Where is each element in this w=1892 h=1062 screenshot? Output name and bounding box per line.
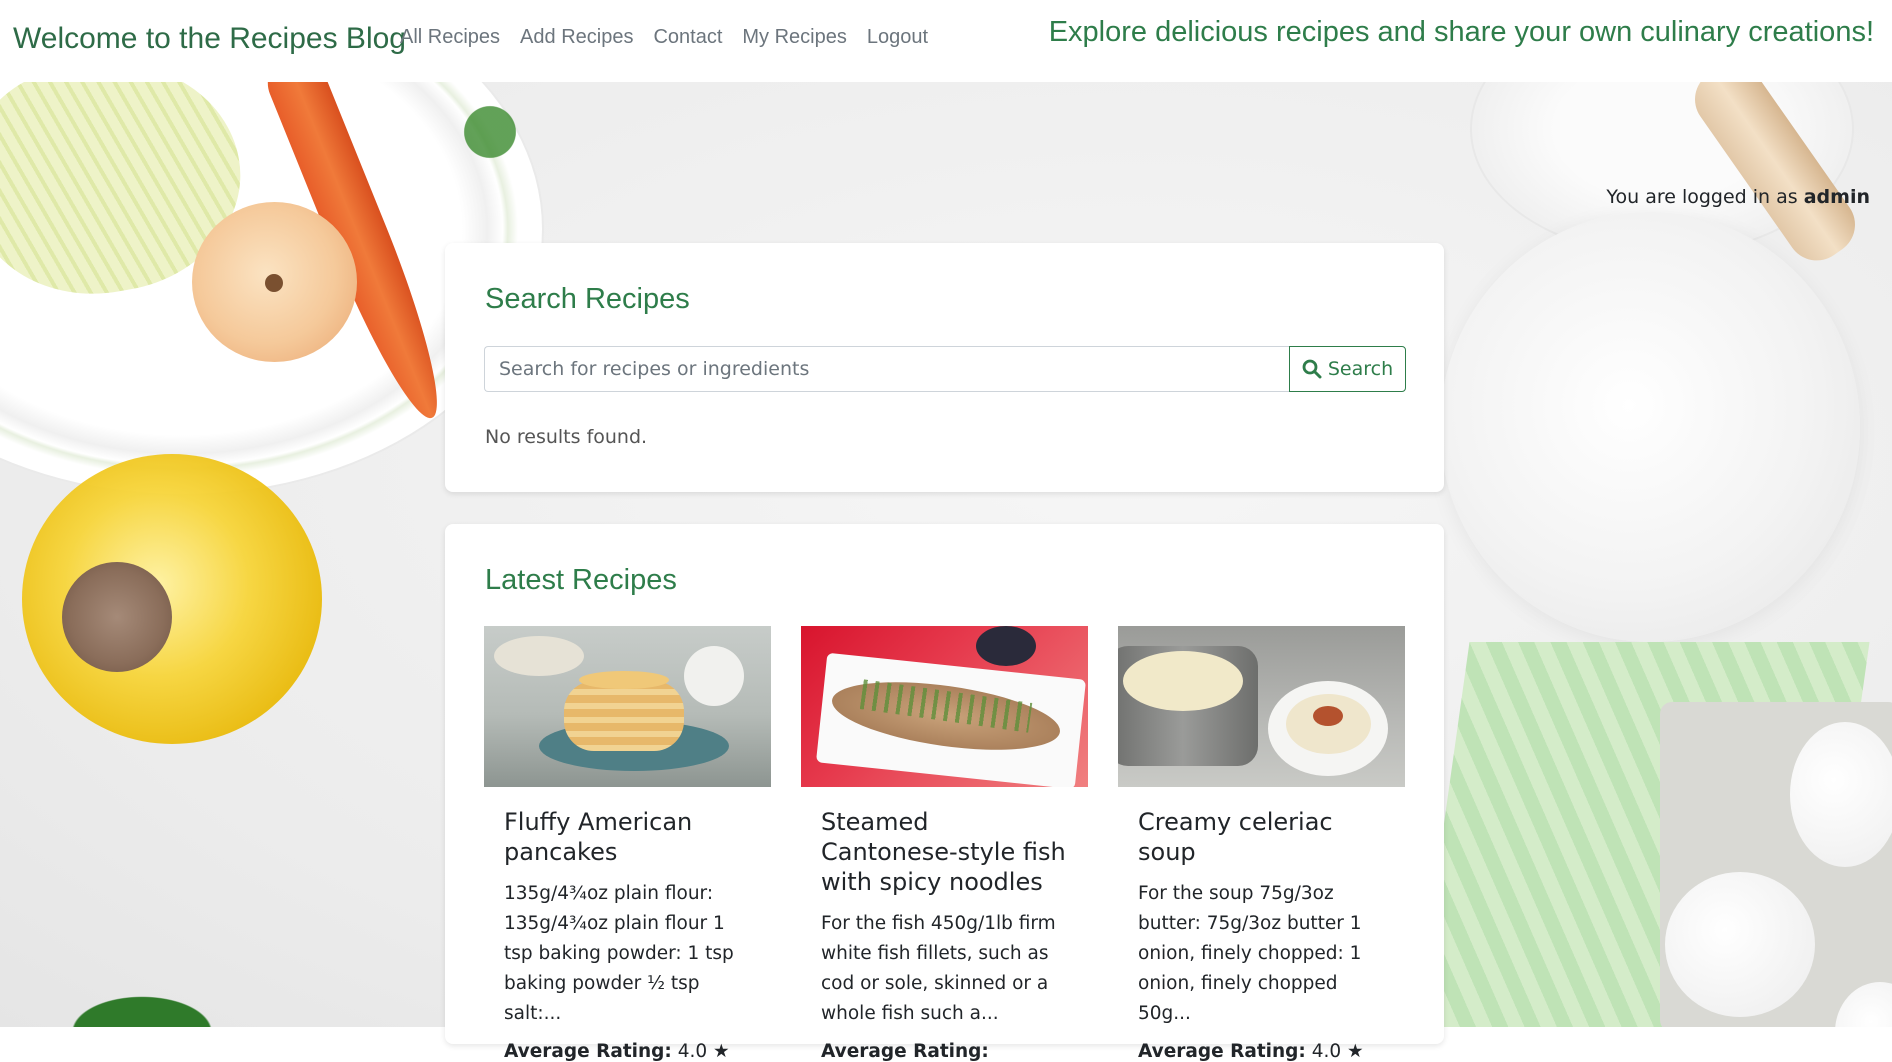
nav-add-recipes[interactable]: Add Recipes xyxy=(520,26,633,49)
rating-label: Average Rating: xyxy=(504,1041,672,1062)
search-card: Search Recipes Search No results found. xyxy=(445,243,1444,492)
rating-label: Average Rating: xyxy=(1138,1041,1306,1062)
nav-links: All Recipes Add Recipes Contact My Recip… xyxy=(400,26,948,49)
recipe-card[interactable]: Fluffy American pancakes 135g/4¾oz plain… xyxy=(484,626,771,1062)
latest-recipes-title: Latest Recipes xyxy=(485,564,677,596)
nav-my-recipes[interactable]: My Recipes xyxy=(742,26,846,49)
search-title: Search Recipes xyxy=(485,283,690,315)
tagline: Explore delicious recipes and share your… xyxy=(1048,16,1874,48)
recipe-rating: Average Rating: xyxy=(821,1041,1068,1062)
search-button-label: Search xyxy=(1327,358,1394,380)
recipe-image-fish[interactable] xyxy=(801,626,1088,787)
logged-in-note: You are logged in as admin xyxy=(1606,186,1870,208)
recipe-description: For the fish 450g/1lb firm white fish fi… xyxy=(821,913,1056,1024)
nav-logout[interactable]: Logout xyxy=(867,26,928,49)
brand-link[interactable]: Welcome to the Recipes Blog xyxy=(13,22,406,56)
nav-all-recipes[interactable]: All Recipes xyxy=(400,26,500,49)
rating-value: 4.0 ★ xyxy=(677,1041,730,1062)
recipe-rating: Average Rating: 4.0 ★ xyxy=(504,1041,751,1062)
recipe-description: For the soup 75g/3oz butter: 75g/3oz but… xyxy=(1138,883,1362,1024)
rating-label: Average Rating: xyxy=(821,1041,989,1062)
recipe-image-pancakes[interactable] xyxy=(484,626,771,787)
recipe-title[interactable]: Steamed Cantonese-style fish with spicy … xyxy=(821,807,1068,897)
recipe-title[interactable]: Fluffy American pancakes xyxy=(504,807,751,867)
logged-in-prefix: You are logged in as xyxy=(1606,186,1798,208)
nav-contact[interactable]: Contact xyxy=(653,26,722,49)
rating-value: 4.0 ★ xyxy=(1311,1041,1364,1062)
search-icon xyxy=(1302,359,1322,379)
latest-recipes-card: Latest Recipes Fluffy American pancakes … xyxy=(445,524,1444,1062)
recipe-rating: Average Rating: 4.0 ★ xyxy=(1138,1041,1385,1062)
navbar: Welcome to the Recipes Blog All Recipes … xyxy=(0,0,1892,82)
search-input[interactable] xyxy=(484,346,1289,392)
search-form: Search xyxy=(484,346,1406,392)
milk-jug-decoration xyxy=(1440,212,1860,642)
recipe-list: Fluffy American pancakes 135g/4¾oz plain… xyxy=(484,626,1405,1062)
recipe-title[interactable]: Creamy celeriac soup xyxy=(1138,807,1385,867)
search-button[interactable]: Search xyxy=(1289,346,1406,392)
search-result-message: No results found. xyxy=(485,426,648,448)
logged-in-username: admin xyxy=(1803,186,1870,208)
recipe-card[interactable]: Steamed Cantonese-style fish with spicy … xyxy=(801,626,1088,1062)
recipe-description: 135g/4¾oz plain flour: 135g/4¾oz plain f… xyxy=(504,883,734,1024)
recipe-card[interactable]: Creamy celeriac soup For the soup 75g/3o… xyxy=(1118,626,1405,1062)
recipe-image-soup[interactable] xyxy=(1118,626,1405,787)
